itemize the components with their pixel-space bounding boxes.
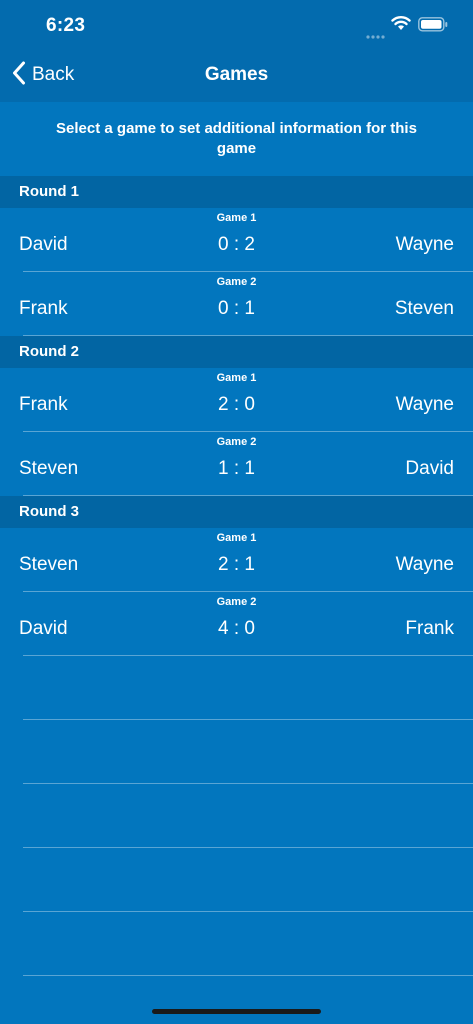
home-indicator: [152, 1009, 321, 1014]
game-score: 4 : 0: [218, 618, 255, 639]
game-label: Game 2: [216, 596, 257, 608]
empty-row: [23, 784, 473, 848]
empty-row: [23, 656, 473, 720]
game-label: Game 1: [216, 212, 257, 224]
cellular-signal-icon: [366, 26, 386, 44]
game-score: 1 : 1: [218, 458, 255, 479]
games-list: Round 1 Game 1 David 0 : 2 Wayne Game 2 …: [0, 176, 473, 976]
game-label: Game 2: [216, 436, 257, 448]
player-b: Frank: [405, 618, 454, 639]
player-b: Wayne: [395, 554, 454, 575]
player-b: Wayne: [395, 234, 454, 255]
game-label: Game 1: [216, 372, 257, 384]
empty-row: [23, 912, 473, 976]
navigation-bar: Back Games: [0, 48, 473, 102]
player-b: David: [405, 458, 454, 479]
round-header: Round 1: [0, 176, 473, 208]
player-b: Steven: [394, 298, 454, 319]
game-row[interactable]: Game 1 Frank 2 : 0 Wayne: [19, 368, 473, 432]
game-label: Game 1: [216, 532, 257, 544]
status-bar: 6:23: [0, 0, 473, 48]
player-b: Wayne: [395, 394, 454, 415]
game-label: Game 2: [216, 276, 257, 288]
empty-row: [23, 720, 473, 784]
game-row[interactable]: Game 2 Steven 1 : 1 David: [19, 432, 473, 496]
game-row[interactable]: Game 2 Frank 0 : 1 Steven: [19, 272, 473, 336]
round-header: Round 2: [0, 336, 473, 368]
page-title: Games: [204, 64, 269, 85]
status-time: 6:23: [46, 15, 86, 36]
game-row[interactable]: Game 1 David 0 : 2 Wayne: [19, 208, 473, 272]
wifi-icon: [391, 15, 411, 36]
game-row[interactable]: Game 1 Steven 2 : 1 Wayne: [19, 528, 473, 592]
instruction-text: Select a game to set additional informat…: [56, 120, 417, 157]
battery-icon: [418, 17, 448, 37]
game-row[interactable]: Game 2 David 4 : 0 Frank: [19, 592, 473, 656]
empty-row: [23, 848, 473, 912]
round-header: Round 3: [0, 496, 473, 528]
